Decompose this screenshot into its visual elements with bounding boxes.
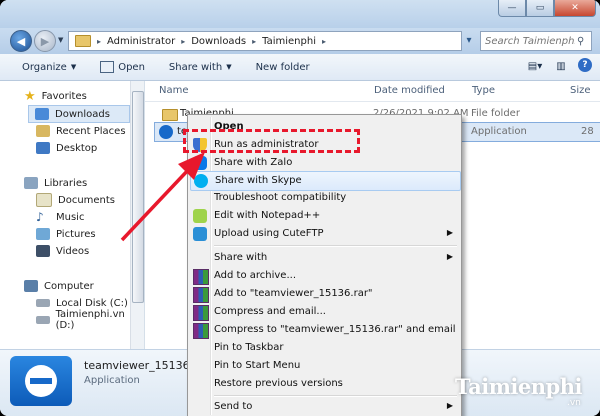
watermark-brand: Taimienphi bbox=[455, 374, 582, 399]
explorer-window: — ▭ ✕ ◀ ▶ ▼ ▸ Administrator ▸ Downloads … bbox=[0, 0, 600, 416]
watermark-domain: .vn bbox=[567, 398, 581, 408]
annotation-arrow-icon bbox=[120, 152, 205, 242]
